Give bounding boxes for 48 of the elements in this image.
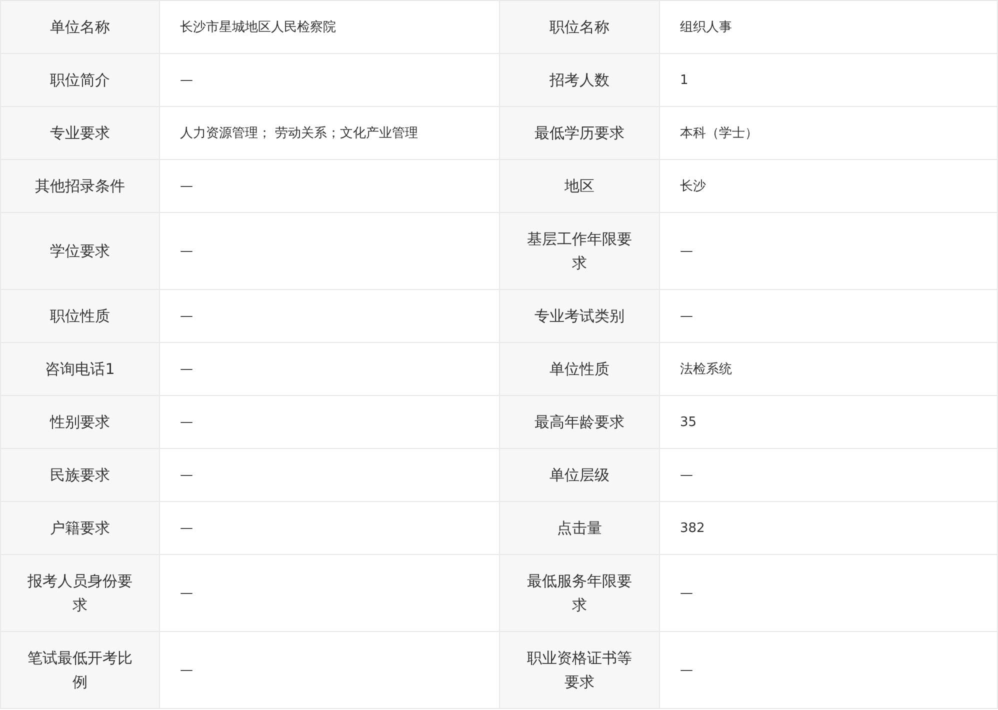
field-label: 报考人员身份要求: [1, 555, 160, 632]
field-label: 学位要求: [1, 213, 160, 290]
field-value: —: [660, 290, 998, 343]
field-value: —: [160, 343, 500, 396]
field-value: —: [160, 396, 500, 449]
field-label: 其他招录条件: [1, 160, 160, 213]
field-value: 1: [660, 54, 998, 107]
field-label: 最低服务年限要求: [500, 555, 660, 632]
field-label: 职业资格证书等要求: [500, 632, 660, 709]
field-label: 点击量: [500, 502, 660, 555]
field-label: 职位性质: [1, 290, 160, 343]
field-label: 职位名称: [500, 1, 660, 54]
field-label: 专业要求: [1, 107, 160, 160]
field-label: 招考人数: [500, 54, 660, 107]
field-value: —: [160, 449, 500, 502]
field-value: —: [160, 502, 500, 555]
field-value: —: [160, 290, 500, 343]
field-label: 户籍要求: [1, 502, 160, 555]
field-label: 单位名称: [1, 1, 160, 54]
field-value: —: [660, 632, 998, 709]
field-value: 本科（学士）: [660, 107, 998, 160]
field-value: —: [160, 555, 500, 632]
field-label: 最高年龄要求: [500, 396, 660, 449]
field-label: 笔试最低开考比例: [1, 632, 160, 709]
field-value: 长沙市星城地区人民检察院: [160, 1, 500, 54]
field-value: —: [160, 632, 500, 709]
field-label: 最低学历要求: [500, 107, 660, 160]
field-value: —: [160, 160, 500, 213]
field-label: 专业考试类别: [500, 290, 660, 343]
field-label: 性别要求: [1, 396, 160, 449]
field-value: 人力资源管理； 劳动关系；文化产业管理: [160, 107, 500, 160]
field-value: 35: [660, 396, 998, 449]
field-label: 职位简介: [1, 54, 160, 107]
field-value: 382: [660, 502, 998, 555]
field-label: 地区: [500, 160, 660, 213]
field-label: 单位层级: [500, 449, 660, 502]
field-label: 民族要求: [1, 449, 160, 502]
field-value: —: [660, 449, 998, 502]
field-value: —: [160, 54, 500, 107]
field-value: —: [660, 555, 998, 632]
field-value: —: [160, 213, 500, 290]
field-label: 基层工作年限要求: [500, 213, 660, 290]
field-value: 法检系统: [660, 343, 998, 396]
field-value: —: [660, 213, 998, 290]
field-label: 咨询电话1: [1, 343, 160, 396]
field-value: 组织人事: [660, 1, 998, 54]
field-label: 单位性质: [500, 343, 660, 396]
field-value: 长沙: [660, 160, 998, 213]
